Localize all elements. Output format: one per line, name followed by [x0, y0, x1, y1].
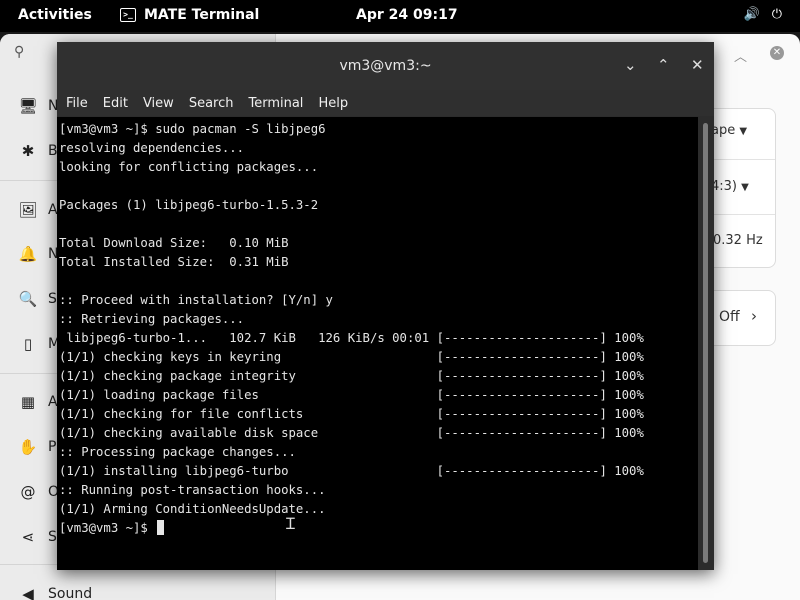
sidebar-item-label: S: [48, 529, 57, 545]
terminal-line: (1/1) loading package files [-----------…: [59, 388, 644, 402]
multitasking-icon: ▯: [23, 335, 33, 353]
apps-grid-icon: ▦: [20, 393, 36, 411]
activities-button[interactable]: Activities: [18, 7, 92, 23]
menu-help[interactable]: Help: [318, 96, 348, 111]
terminal-app-icon: >_: [120, 8, 136, 22]
text-cursor-icon: Ɪ: [286, 514, 295, 533]
maximize-icon[interactable]: ⌃: [657, 56, 670, 74]
speaker-icon: ◀: [22, 585, 34, 600]
share-icon: ⋖: [21, 528, 35, 546]
terminal-line: libjpeg6-turbo-1... 102.7 KiB 126 KiB/s …: [59, 331, 644, 345]
terminal-line: :: Running post-transaction hooks...: [59, 483, 326, 497]
menu-view[interactable]: View: [143, 96, 174, 111]
terminal-titlebar[interactable]: vm3@vm3:~ ⌄ ⌃ ✕: [57, 42, 714, 90]
menu-file[interactable]: File: [66, 96, 88, 111]
appearance-icon: 🖼: [18, 201, 38, 219]
menu-search[interactable]: Search: [189, 96, 234, 111]
search-icon: 🔍: [18, 290, 38, 308]
sidebar-item-label: Sound: [48, 586, 93, 600]
minimize-icon[interactable]: ⌄: [624, 56, 637, 74]
bluetooth-icon: ✱: [21, 142, 35, 160]
terminal-line: looking for conflicting packages...: [59, 160, 319, 174]
volume-icon: 🔊: [743, 7, 760, 22]
scrollbar[interactable]: [698, 117, 714, 570]
power-icon: ⏻: [771, 7, 782, 22]
system-menu[interactable]: 🔊 ⏻: [744, 7, 782, 22]
hand-icon: ✋: [18, 438, 38, 456]
terminal-line: Total Download Size: 0.10 MiB: [59, 236, 289, 250]
app-name: MATE Terminal: [144, 7, 260, 23]
sidebar-item-label: P: [48, 439, 57, 455]
menu-edit[interactable]: Edit: [103, 96, 128, 111]
scrollbar-thumb[interactable]: [703, 123, 708, 563]
terminal-line: :: Retrieving packages...: [59, 312, 245, 326]
terminal-line: (1/1) checking package integrity [------…: [59, 369, 644, 383]
chevron-right-icon: ›: [751, 307, 757, 325]
menu-terminal[interactable]: Terminal: [248, 96, 303, 111]
terminal-line: [vm3@vm3 ~]$ sudo pacman -S libjpeg6: [59, 122, 326, 136]
terminal-output[interactable]: [vm3@vm3 ~]$ sudo pacman -S libjpeg6 reso…: [57, 117, 698, 570]
clock[interactable]: Apr 24 09:17: [356, 7, 458, 23]
terminal-line: :: Processing package changes...: [59, 445, 296, 459]
terminal-window: vm3@vm3:~ ⌄ ⌃ ✕ File Edit View Search Te…: [57, 42, 714, 570]
terminal-line: (1/1) checking for file conflicts [-----…: [59, 407, 644, 421]
terminal-cursor: [157, 520, 165, 535]
refresh-rate-value[interactable]: 0.32 Hz: [713, 233, 763, 248]
top-bar: Activities >_ MATE Terminal Apr 24 09:17…: [0, 0, 800, 32]
chevron-up-icon[interactable]: ︿: [734, 46, 747, 65]
search-icon[interactable]: ⚲: [14, 44, 24, 60]
terminal-line: [vm3@vm3 ~]$: [59, 519, 165, 538]
close-icon[interactable]: ✕: [691, 56, 704, 74]
sidebar-item-label: S: [48, 291, 57, 307]
terminal-line: (1/1) installing libjpeg6-turbo [-------…: [59, 464, 644, 478]
app-menu[interactable]: >_ MATE Terminal: [120, 7, 259, 23]
at-icon: @: [20, 483, 36, 501]
terminal-line: Total Installed Size: 0.31 MiB: [59, 255, 289, 269]
terminal-line: (1/1) checking available disk space [---…: [59, 426, 644, 440]
terminal-line: resolving dependencies...: [59, 141, 245, 155]
terminal-line: Packages (1) libjpeg6-turbo-1.5.3-2: [59, 198, 319, 212]
window-title: vm3@vm3:~: [339, 58, 432, 74]
close-icon[interactable]: ✕: [770, 46, 784, 60]
terminal-line: (1/1) checking keys in keyring [--------…: [59, 350, 644, 364]
orientation-value[interactable]: ape ▼: [711, 123, 747, 138]
bell-icon: 🔔: [18, 245, 38, 263]
night-light-value: Off: [719, 309, 740, 325]
monitor-icon: 🖥: [18, 97, 38, 115]
sidebar-item-sound[interactable]: ◀ Sound: [18, 581, 268, 600]
terminal-line: :: Proceed with installation? [Y/n] y: [59, 293, 333, 307]
resolution-value[interactable]: 4:3) ▼: [711, 179, 749, 194]
terminal-menubar: File Edit View Search Terminal Help: [57, 90, 714, 116]
